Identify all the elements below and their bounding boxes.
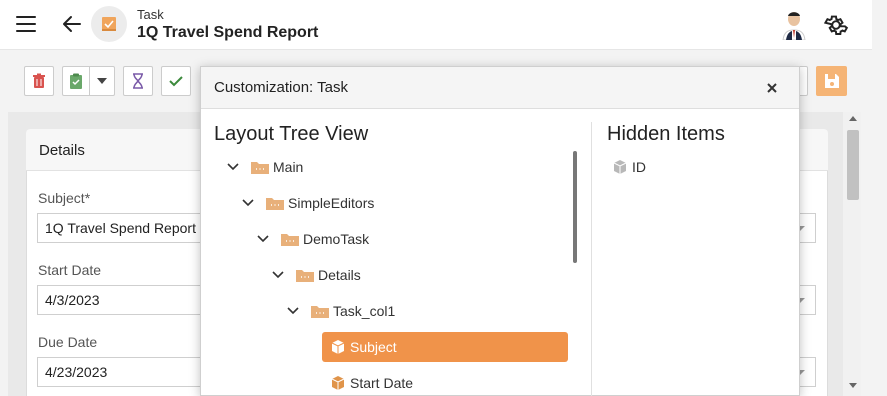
floppy-disk-icon xyxy=(824,74,839,88)
app-header: Task 1Q Travel Spend Report xyxy=(0,0,872,50)
folder-icon xyxy=(281,234,299,246)
check-icon xyxy=(169,76,183,87)
hidden-item-label: ID xyxy=(632,159,646,175)
due-date-field[interactable]: 4/23/2023 xyxy=(37,357,217,387)
scrollbar-thumb[interactable] xyxy=(847,130,859,200)
page-title: 1Q Travel Spend Report xyxy=(137,24,319,41)
task-icon xyxy=(91,6,127,42)
tree-item-label: Main xyxy=(273,159,304,175)
folder-icon xyxy=(251,162,269,174)
delete-button[interactable] xyxy=(24,66,54,96)
start-date-field[interactable]: 4/3/2023 xyxy=(37,285,217,315)
save-button[interactable] xyxy=(816,66,847,96)
chevron-down-icon[interactable] xyxy=(255,231,271,247)
subject-field[interactable]: 1Q Travel Spend Report xyxy=(37,213,217,243)
chevron-down-icon[interactable] xyxy=(270,267,286,283)
dialog-header: Customization: Task xyxy=(201,67,799,109)
cube-icon xyxy=(613,160,627,174)
tree-item-start-date[interactable]: Start Date xyxy=(330,369,413,396)
due-date-label: Due Date xyxy=(38,334,98,350)
tree-item-details[interactable]: Details xyxy=(270,261,361,289)
scroll-up-icon[interactable] xyxy=(849,116,857,121)
folder-icon xyxy=(296,270,314,282)
tree-item-label: SimpleEditors xyxy=(288,195,375,211)
paste-dropdown-button[interactable] xyxy=(89,66,115,96)
customization-dialog: Customization: Task Layout Tree View Hid… xyxy=(200,66,800,396)
tree-item-label: Subject xyxy=(350,339,397,355)
hamburger-icon[interactable] xyxy=(16,16,36,32)
panel-divider xyxy=(591,122,592,396)
validate-button[interactable] xyxy=(161,66,191,96)
page-caption: Task xyxy=(137,7,164,22)
chevron-down-icon[interactable] xyxy=(225,159,241,175)
cube-icon xyxy=(331,340,345,354)
paste-button[interactable] xyxy=(62,66,90,96)
tree-item-label: DemoTask xyxy=(303,231,370,247)
dialog-title: Customization: Task xyxy=(214,79,348,96)
folder-icon xyxy=(266,198,284,210)
hidden-items-title: Hidden Items xyxy=(607,123,725,145)
trash-icon xyxy=(33,73,45,88)
gear-icon[interactable] xyxy=(823,12,849,38)
layout-tree-title: Layout Tree View xyxy=(214,123,369,145)
chevron-down-icon xyxy=(97,78,107,84)
tree-item-subject[interactable]: Subject xyxy=(330,333,397,361)
start-date-label: Start Date xyxy=(38,262,102,278)
close-icon[interactable] xyxy=(764,80,780,96)
subject-label: Subject* xyxy=(38,190,91,206)
tree-item-label: Start Date xyxy=(350,375,414,391)
tree-item-task-col1[interactable]: Task_col1 xyxy=(285,297,395,325)
hidden-item-id[interactable]: ID xyxy=(612,153,646,181)
chevron-down-icon[interactable] xyxy=(240,195,256,211)
tree-item-label: Task_col1 xyxy=(333,303,396,319)
clipboard-icon xyxy=(70,73,82,89)
tree-item-demotask[interactable]: DemoTask xyxy=(255,225,369,253)
back-arrow-icon[interactable] xyxy=(60,12,84,36)
scroll-down-icon[interactable] xyxy=(849,383,857,388)
hourglass-icon xyxy=(133,73,143,89)
tree-scrollbar[interactable] xyxy=(573,151,577,263)
chevron-down-icon[interactable] xyxy=(285,303,301,319)
folder-icon xyxy=(311,306,329,318)
tree-item-label: Details xyxy=(318,267,361,283)
user-avatar[interactable] xyxy=(780,10,808,40)
filter-button[interactable] xyxy=(123,66,153,96)
cube-icon xyxy=(331,376,345,390)
tree-item-simpleeditors[interactable]: SimpleEditors xyxy=(240,189,374,217)
details-title: Details xyxy=(39,142,85,159)
tree-item-main[interactable]: Main xyxy=(225,153,303,181)
